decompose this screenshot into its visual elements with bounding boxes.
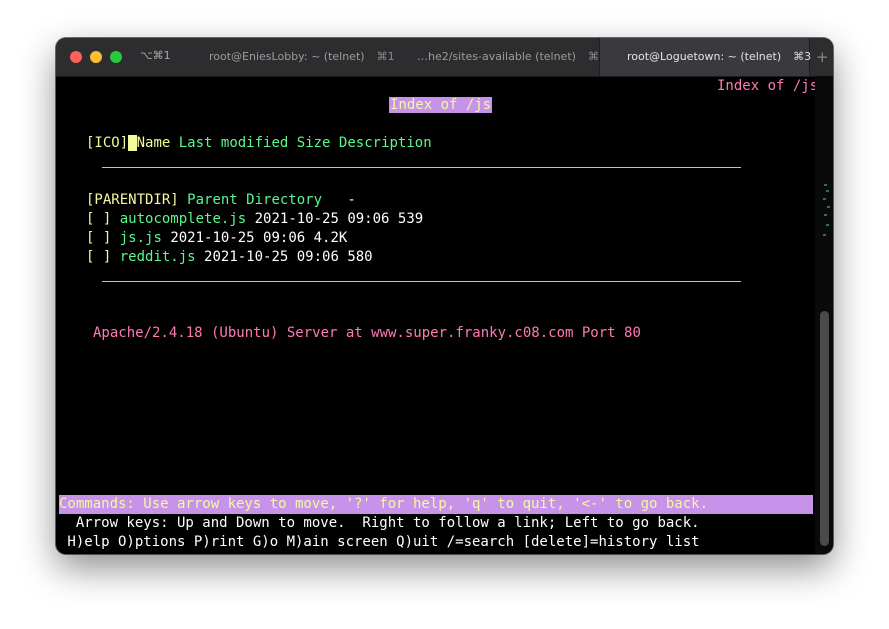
terminal-content: Index of /js Index of /js [ICO] Name Las… <box>56 77 833 554</box>
tab-sites-available[interactable]: …he2/sites-available (telnet) ⌘2 <box>417 38 606 76</box>
scrollbar-marker <box>824 214 827 216</box>
file-size: 539 <box>397 211 424 227</box>
file-date: 2021-10-25 09:06 <box>204 249 339 265</box>
col-last-modified-link[interactable]: Last modified <box>179 135 289 151</box>
page-heading-text: Index of /js <box>389 97 493 113</box>
scrollbar-marker <box>826 224 829 226</box>
file-link[interactable]: reddit.js <box>120 249 196 265</box>
terminal-window: ⌥⌘1 root@EniesLobby: ~ (telnet) ⌘1 …he2/s… <box>56 38 833 554</box>
parent-dir-row: [PARENTDIR] Parent Directory - <box>86 191 356 210</box>
scrollbar-marker <box>823 198 826 200</box>
server-signature: Apache/2.4.18 (Ubuntu) Server at www.sup… <box>93 325 641 341</box>
lynx-status-bar: Commands: Use arrow keys to move, '?' fo… <box>59 495 813 514</box>
corner-page-title: Index of /js <box>717 78 819 94</box>
close-window-button[interactable] <box>70 51 82 63</box>
tab-label: root@EniesLobby: ~ (telnet) <box>209 50 365 63</box>
col-name-link[interactable]: Name <box>137 135 171 151</box>
file-row: [ ] js.js 2021-10-25 09:06 4.2K <box>86 229 347 248</box>
title-bar: ⌥⌘1 root@EniesLobby: ~ (telnet) ⌘1 …he2/s… <box>56 38 833 77</box>
file-link[interactable]: autocomplete.js <box>120 211 246 227</box>
lynx-command-line: H)elp O)ptions P)rint G)o M)ain screen Q… <box>59 534 700 550</box>
file-row: [ ] reddit.js 2021-10-25 09:06 580 <box>86 248 373 267</box>
tab-shortcut: ⌘3 <box>793 50 812 63</box>
file-link[interactable]: js.js <box>120 230 162 246</box>
file-date: 2021-10-25 09:06 <box>170 230 306 246</box>
text-cursor <box>128 135 137 151</box>
file-icon: [ ] <box>86 249 112 265</box>
new-tab-button[interactable]: + <box>816 48 829 66</box>
scrollbar-marker <box>824 184 827 186</box>
col-ico: [ICO] <box>86 135 129 151</box>
col-size-link[interactable]: Size <box>297 135 331 151</box>
lynx-help-line: Arrow keys: Up and Down to move. Right t… <box>59 515 700 531</box>
parent-dir-icon: [PARENTDIR] <box>86 192 179 208</box>
file-icon: [ ] <box>86 230 112 246</box>
minimize-window-button[interactable] <box>90 51 102 63</box>
scrollbar-marker <box>826 190 829 192</box>
scrollbar-thumb[interactable] <box>820 311 829 546</box>
parent-dir-size: - <box>347 192 356 208</box>
divider-bottom <box>102 281 741 282</box>
col-description-link[interactable]: Description <box>339 135 432 151</box>
tab-label: …he2/sites-available (telnet) <box>417 50 576 63</box>
window-shortcut: ⌥⌘1 <box>140 49 171 62</box>
divider-top <box>102 167 741 168</box>
scrollbar-marker <box>827 206 830 208</box>
tab-loguetown-active[interactable]: root@Loguetown: ~ (telnet) ⌘3 <box>599 38 812 76</box>
page-heading: Index of /js <box>389 96 493 115</box>
file-size: 4.2K <box>313 230 348 246</box>
tab-label: root@Loguetown: ~ (telnet) <box>627 50 782 63</box>
file-date: 2021-10-25 09:06 <box>254 211 390 227</box>
scrollbar-marker <box>823 234 826 236</box>
parent-dir-link[interactable]: Parent Directory <box>187 192 322 208</box>
tab-enieslobby[interactable]: root@EniesLobby: ~ (telnet) ⌘1 <box>209 38 395 76</box>
file-size: 580 <box>347 249 373 265</box>
zoom-window-button[interactable] <box>110 51 122 63</box>
column-headers: [ICO] Name Last modified Size Descriptio… <box>86 134 432 153</box>
tab-shortcut: ⌘1 <box>376 50 395 63</box>
file-row: [ ] autocomplete.js 2021-10-25 09:06 539 <box>86 210 423 229</box>
file-icon: [ ] <box>86 211 112 227</box>
